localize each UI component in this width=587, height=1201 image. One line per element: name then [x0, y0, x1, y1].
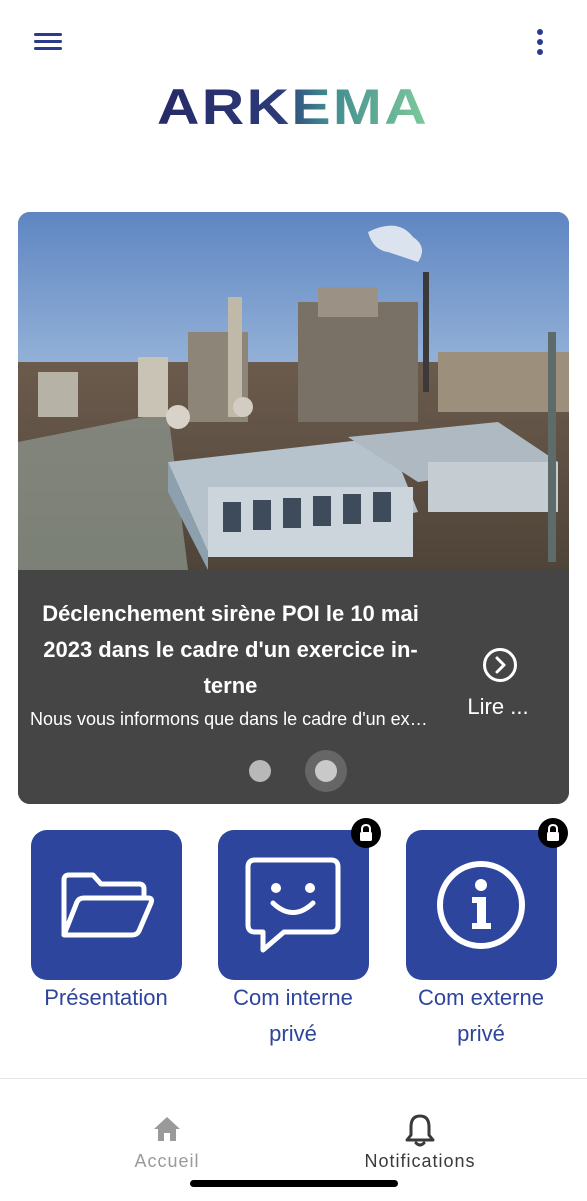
arkema-logo: ARKEMA: [157, 79, 429, 135]
carousel-indicator: [18, 748, 569, 792]
logo-text: ARKEMA: [157, 79, 429, 135]
home-icon: [154, 1117, 180, 1141]
lock-icon: [538, 818, 568, 848]
tile-com-externe-prive[interactable]: [406, 830, 557, 980]
info-circle-icon: [437, 861, 525, 949]
top-bar: [0, 0, 587, 80]
read-more-label: Lire ...: [467, 694, 529, 719]
tile-label-com-externe[interactable]: Com externe privé: [386, 980, 576, 1052]
bell-icon: [405, 1114, 435, 1147]
tile-label-presentation[interactable]: Présentation: [11, 980, 201, 1016]
carousel-dot-1[interactable]: [249, 760, 271, 782]
lock-icon: [351, 818, 381, 848]
hamburger-menu-icon[interactable]: [30, 28, 66, 56]
tile-com-interne-prive[interactable]: [218, 830, 369, 980]
home-indicator: [190, 1180, 398, 1187]
carousel-dot-2[interactable]: [315, 760, 337, 782]
news-description: Nous vous informons que dans le cadre d'…: [30, 709, 430, 729]
chevron-right-circle-icon: [483, 648, 517, 682]
news-title[interactable]: Déclenchement sirène POI le 10 mai 2023 …: [28, 596, 433, 704]
nav-label-notifications: Notifications: [364, 1151, 476, 1171]
news-carousel-card[interactable]: Déclenchement sirène POI le 10 mai 2023 …: [18, 212, 569, 804]
folder-open-icon: [61, 872, 155, 938]
tile-label-com-interne[interactable]: Com interne privé: [198, 980, 388, 1052]
nav-item-accueil[interactable]: Accueil: [67, 1109, 267, 1179]
news-text-panel: Déclenchement sirène POI le 10 mai 2023 …: [18, 570, 569, 804]
nav-item-notifications[interactable]: Notifications: [320, 1109, 520, 1179]
news-photo: [18, 212, 569, 570]
read-more-button[interactable]: Lire ...: [458, 648, 538, 728]
tile-presentation[interactable]: [31, 830, 182, 980]
nav-label-accueil: Accueil: [134, 1151, 200, 1171]
chat-smile-icon: [245, 857, 341, 953]
vertical-dots-icon[interactable]: [526, 26, 554, 58]
